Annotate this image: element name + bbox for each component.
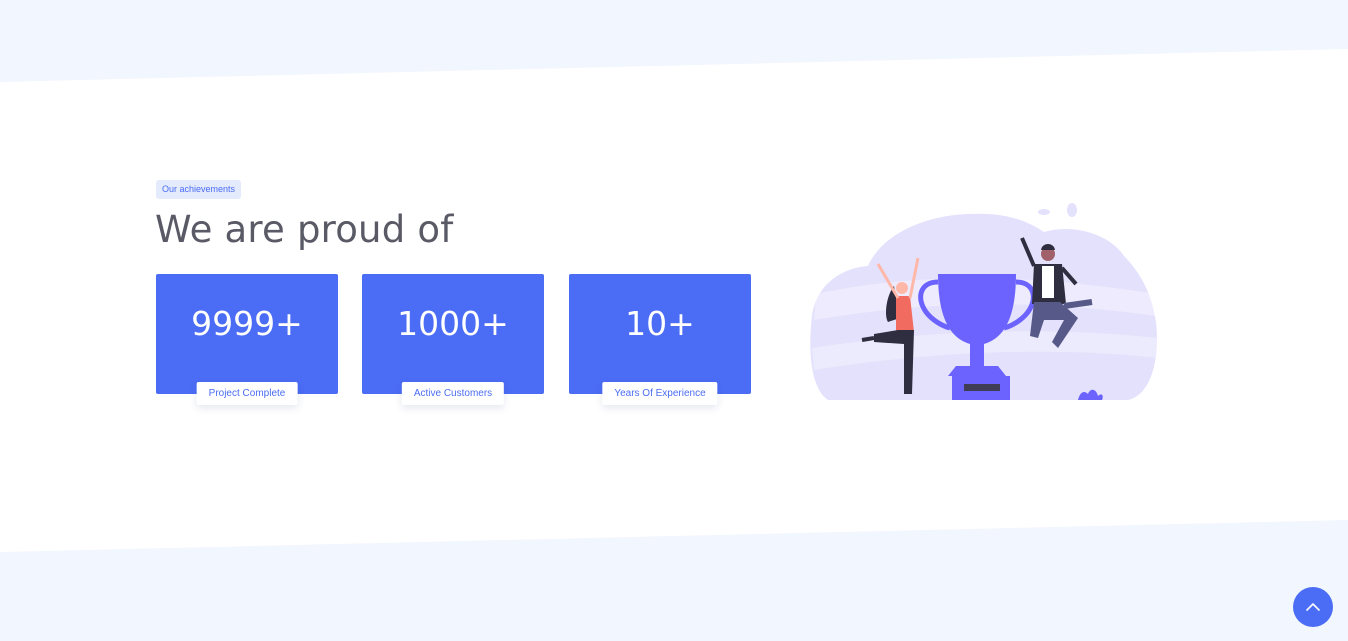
stat-card-projects: 9999+ Project Complete — [156, 274, 338, 405]
stat-label: Active Customers — [401, 382, 505, 405]
scroll-to-top-button[interactable] — [1293, 587, 1333, 627]
stat-label: Project Complete — [196, 382, 298, 405]
stat-value: 9999+ — [191, 304, 303, 343]
section-heading: We are proud of — [155, 208, 454, 251]
stat-card-experience: 10+ Years Of Experience — [569, 274, 751, 405]
achievements-section: Our achievements We are proud of 9999+ P… — [0, 0, 1348, 641]
section-badge: Our achievements — [156, 180, 242, 199]
chevron-up-icon — [1306, 603, 1320, 611]
stat-value: 10+ — [625, 304, 695, 343]
stat-label: Years Of Experience — [602, 382, 718, 405]
trophy-celebration-illustration — [810, 203, 1158, 400]
stat-card-customers: 1000+ Active Customers — [362, 274, 544, 405]
stat-value: 1000+ — [397, 304, 509, 343]
